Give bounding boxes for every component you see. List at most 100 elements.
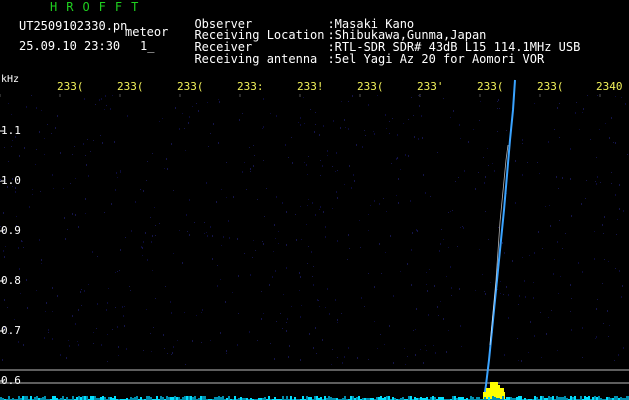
noise-pixel <box>257 340 258 341</box>
noise-pixel <box>408 155 409 157</box>
baseline-bar <box>234 396 236 400</box>
noise-pixel <box>226 162 227 163</box>
noise-pixel <box>115 272 116 273</box>
noise-pixel <box>14 319 15 320</box>
noise-pixel <box>497 108 498 109</box>
noise-pixel <box>533 282 534 283</box>
noise-pixel <box>559 103 560 104</box>
noise-pixel <box>295 214 296 215</box>
noise-pixel <box>608 261 609 262</box>
noise-pixel <box>484 182 485 184</box>
noise-pixel <box>327 288 328 290</box>
noise-pixel <box>217 285 218 287</box>
noise-pixel <box>377 95 378 96</box>
noise-pixel <box>278 243 279 244</box>
noise-pixel <box>11 114 12 115</box>
noise-pixel <box>196 103 197 104</box>
noise-pixel <box>99 99 100 101</box>
noise-pixel <box>300 316 301 318</box>
noise-pixel <box>151 241 152 243</box>
baseline-bar <box>598 396 600 400</box>
baseline-bar <box>302 396 304 400</box>
noise-pixel <box>280 313 281 314</box>
noise-pixel <box>319 134 320 136</box>
baseline-bar <box>92 396 94 400</box>
noise-pixel <box>604 216 605 218</box>
noise-pixel <box>457 246 458 247</box>
noise-pixel <box>23 247 24 248</box>
noise-pixel <box>582 357 583 358</box>
noise-pixel <box>485 211 486 212</box>
baseline-bar <box>286 396 288 400</box>
noise-pixel <box>320 160 321 161</box>
noise-pixel <box>443 318 444 320</box>
noise-pixel <box>541 357 542 358</box>
noise-pixel <box>623 347 624 349</box>
noise-pixel <box>482 274 483 275</box>
noise-pixel <box>212 258 213 260</box>
baseline-bar <box>62 396 64 400</box>
noise-pixel <box>125 237 126 238</box>
noise-pixel <box>198 110 199 112</box>
noise-pixel <box>4 299 5 301</box>
noise-pixel <box>354 180 355 182</box>
baseline-bar <box>30 396 32 400</box>
noise-pixel <box>368 273 369 274</box>
noise-pixel <box>143 350 144 351</box>
noise-pixel <box>349 165 350 167</box>
noise-pixel <box>425 192 426 194</box>
noise-pixel <box>619 270 620 272</box>
noise-pixel <box>380 334 381 335</box>
noise-pixel <box>276 321 277 322</box>
noise-pixel <box>172 352 173 354</box>
noise-pixel <box>300 117 301 119</box>
noise-pixel <box>292 162 293 164</box>
noise-pixel <box>75 178 76 179</box>
noise-pixel <box>201 312 202 313</box>
noise-pixel <box>438 315 439 316</box>
noise-pixel <box>204 222 205 223</box>
baseline-bar <box>44 396 46 400</box>
noise-pixel <box>238 275 239 277</box>
baseline-bar <box>186 396 188 400</box>
noise-pixel <box>78 309 79 311</box>
noise-pixel <box>488 239 489 240</box>
noise-pixel <box>208 146 209 147</box>
noise-pixel <box>416 229 417 231</box>
noise-pixel <box>44 337 45 339</box>
noise-pixel <box>560 276 561 277</box>
noise-pixel <box>150 217 151 218</box>
baseline-bar <box>26 396 28 400</box>
noise-pixel <box>450 117 451 118</box>
noise-pixel <box>24 147 25 149</box>
noise-pixel <box>425 345 426 346</box>
baseline-bar <box>344 396 346 400</box>
noise-pixel <box>275 270 276 272</box>
noise-pixel <box>389 121 390 122</box>
noise-pixel <box>252 257 253 258</box>
noise-pixel <box>127 115 128 117</box>
noise-pixel <box>515 160 516 162</box>
baseline-bar <box>174 396 176 400</box>
noise-pixel <box>512 260 513 262</box>
noise-pixel <box>508 317 509 319</box>
noise-pixel <box>87 139 88 140</box>
baseline-bar <box>520 396 522 400</box>
noise-pixel <box>207 102 208 103</box>
noise-pixel <box>16 216 17 217</box>
noise-pixel <box>152 235 153 237</box>
noise-pixel <box>275 238 276 239</box>
noise-pixel <box>579 129 580 130</box>
noise-pixel <box>239 119 240 121</box>
noise-pixel <box>130 290 131 291</box>
noise-pixel <box>498 99 499 101</box>
noise-pixel <box>153 327 154 328</box>
noise-pixel <box>411 249 412 251</box>
noise-pixel <box>141 246 142 248</box>
noise-pixel <box>286 322 287 323</box>
noise-pixel <box>539 173 540 174</box>
noise-pixel <box>332 166 333 167</box>
noise-pixel <box>300 206 301 207</box>
noise-pixel <box>331 364 332 365</box>
noise-pixel <box>527 162 528 163</box>
